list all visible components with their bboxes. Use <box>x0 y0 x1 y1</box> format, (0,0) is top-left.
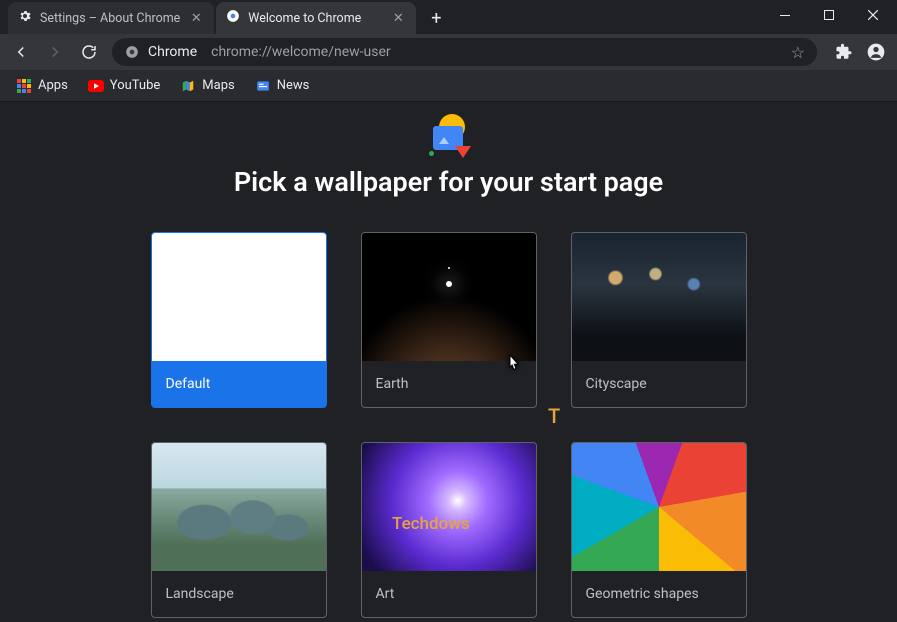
watermark-brand: Techdows <box>392 514 470 534</box>
wallpaper-card-geometric[interactable]: Geometric shapes <box>571 442 747 618</box>
reload-button[interactable] <box>74 37 104 67</box>
bookmark-youtube[interactable]: YouTube <box>80 74 169 98</box>
window-controls <box>763 0 895 30</box>
url-path: chrome://welcome/new-user <box>211 44 391 60</box>
bookmark-maps[interactable]: Maps <box>172 74 242 98</box>
new-tab-button[interactable]: + <box>422 4 450 32</box>
minimize-button[interactable] <box>763 0 807 30</box>
wallpaper-thumb <box>362 233 536 361</box>
wallpaper-thumb <box>152 443 326 571</box>
bookmarks-bar: Apps YouTube Maps News <box>0 70 897 102</box>
wallpaper-label: Art <box>362 571 536 617</box>
bookmark-label: Apps <box>38 78 68 93</box>
tab-title: Settings – About Chrome <box>40 11 180 26</box>
apps-icon <box>16 78 32 94</box>
tab-welcome-to-chrome[interactable]: Welcome to Chrome ✕ <box>216 2 416 34</box>
toolbar: Chrome chrome://welcome/new-user ☆ <box>0 34 897 70</box>
wallpaper-thumb <box>362 443 536 571</box>
wallpaper-card-cityscape[interactable]: Cityscape <box>571 232 747 408</box>
maps-icon <box>180 78 196 94</box>
wallpaper-card-earth[interactable]: Earth <box>361 232 537 408</box>
tab-settings-about-chrome[interactable]: Settings – About Chrome ✕ <box>8 2 214 34</box>
maximize-button[interactable] <box>807 0 851 30</box>
site-info-icon[interactable] <box>124 44 140 60</box>
bookmark-label: YouTube <box>110 78 161 93</box>
close-window-button[interactable] <box>851 0 895 30</box>
youtube-icon <box>88 78 104 94</box>
wallpaper-hero-icon <box>425 116 473 156</box>
titlebar: Settings – About Chrome ✕ Welcome to Chr… <box>0 0 897 34</box>
wallpaper-thumb <box>572 233 746 361</box>
forward-button[interactable] <box>40 37 70 67</box>
page-title: Pick a wallpaper for your start page <box>0 166 897 198</box>
profile-button[interactable] <box>861 37 891 67</box>
gear-icon <box>18 9 32 27</box>
tab-title: Welcome to Chrome <box>248 11 382 26</box>
close-tab-icon[interactable]: ✕ <box>390 10 406 26</box>
wallpaper-label: Earth <box>362 361 536 407</box>
page-content: Pick a wallpaper for your start page Def… <box>0 102 897 622</box>
wallpaper-card-landscape[interactable]: Landscape <box>151 442 327 618</box>
wallpaper-label: Geometric shapes <box>572 571 746 617</box>
wallpaper-label: Cityscape <box>572 361 746 407</box>
bookmark-news[interactable]: News <box>247 74 318 98</box>
wallpaper-label: Default <box>152 361 326 407</box>
bookmark-label: News <box>277 78 310 93</box>
wallpaper-label: Landscape <box>152 571 326 617</box>
close-tab-icon[interactable]: ✕ <box>188 10 204 26</box>
wallpaper-card-default[interactable]: Default <box>151 232 327 408</box>
tab-strip: Settings – About Chrome ✕ Welcome to Chr… <box>0 0 763 34</box>
watermark-letter: T <box>548 404 560 428</box>
chrome-icon <box>226 9 240 27</box>
bookmark-label: Maps <box>202 78 234 93</box>
wallpaper-grid: Default Earth Cityscape Landscape Art Ge… <box>0 232 897 618</box>
news-icon <box>255 78 271 94</box>
address-bar[interactable]: Chrome chrome://welcome/new-user ☆ <box>112 38 817 66</box>
wallpaper-thumb <box>572 443 746 571</box>
extensions-button[interactable] <box>829 37 859 67</box>
bookmark-star-icon[interactable]: ☆ <box>791 43 805 62</box>
back-button[interactable] <box>6 37 36 67</box>
bookmark-apps[interactable]: Apps <box>8 74 76 98</box>
wallpaper-thumb <box>152 233 326 361</box>
url-host: Chrome <box>148 44 197 60</box>
